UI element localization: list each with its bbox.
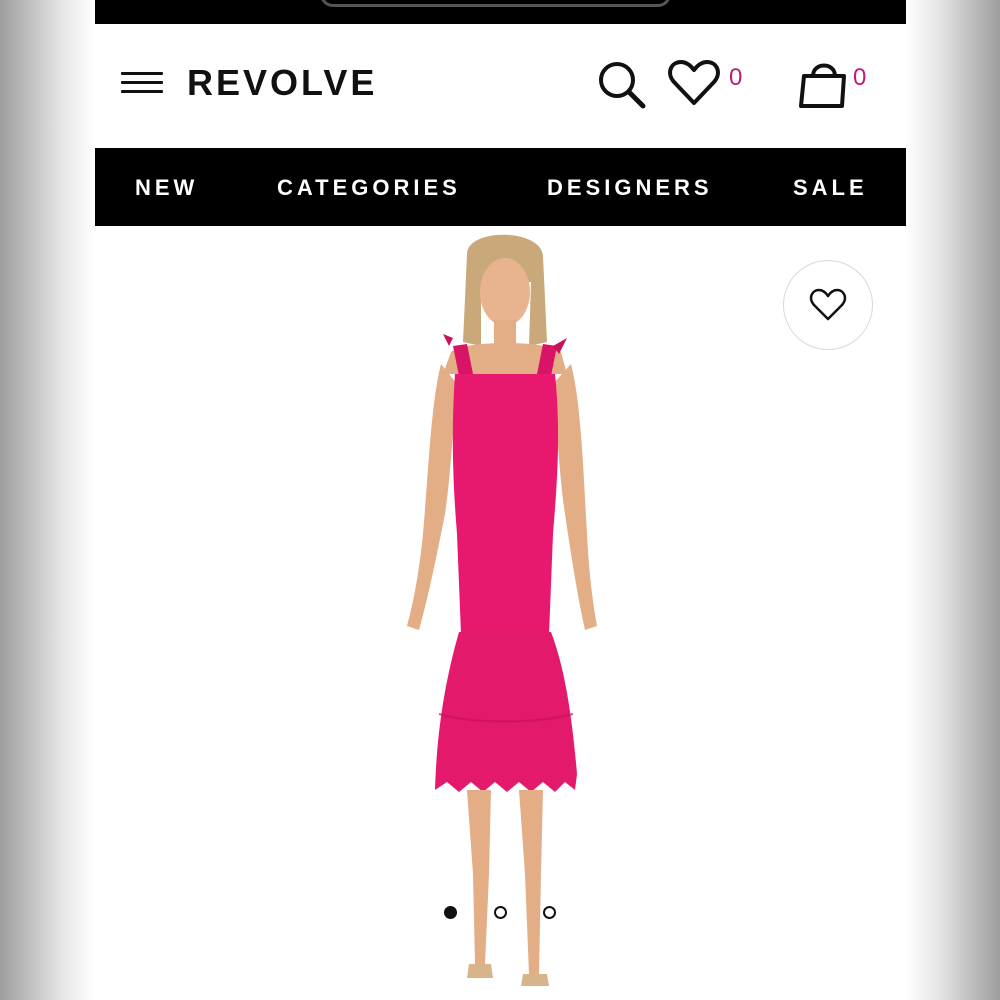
product-image-gallery[interactable] — [95, 226, 906, 1000]
product-image[interactable] — [395, 234, 615, 994]
image-carousel-dots — [95, 904, 906, 924]
shopping-bag-icon — [799, 63, 846, 108]
shopping-bag-button[interactable] — [795, 56, 853, 112]
wishlist-count: 0 — [729, 64, 743, 91]
menu-button[interactable] — [121, 72, 163, 100]
device-notch — [320, 0, 671, 7]
phone-screen: REVOLVE 0 0 NEW CATEGORIES DESIGNERS SAL… — [95, 0, 906, 1000]
heart-outline-icon — [809, 288, 847, 321]
revolve-logo[interactable]: REVOLVE — [187, 62, 377, 104]
nav-new[interactable]: NEW — [135, 175, 198, 201]
main-navigation: NEW CATEGORIES DESIGNERS SALE — [95, 148, 906, 226]
nav-designers[interactable]: DESIGNERS — [547, 175, 713, 201]
carousel-dot-1[interactable] — [444, 906, 457, 919]
menu-icon — [121, 72, 163, 93]
wishlist-button[interactable] — [667, 58, 721, 108]
status-bar — [95, 0, 906, 24]
heart-icon — [668, 60, 720, 105]
carousel-dot-2[interactable] — [494, 906, 507, 919]
add-to-favorites-button[interactable] — [783, 260, 873, 350]
nav-categories[interactable]: CATEGORIES — [277, 175, 461, 201]
site-header: REVOLVE 0 0 — [95, 24, 906, 148]
nav-sale[interactable]: SALE — [793, 175, 868, 201]
carousel-dot-3[interactable] — [543, 906, 556, 919]
search-button[interactable] — [595, 58, 649, 112]
bag-count: 0 — [853, 64, 867, 91]
search-icon — [599, 62, 646, 109]
